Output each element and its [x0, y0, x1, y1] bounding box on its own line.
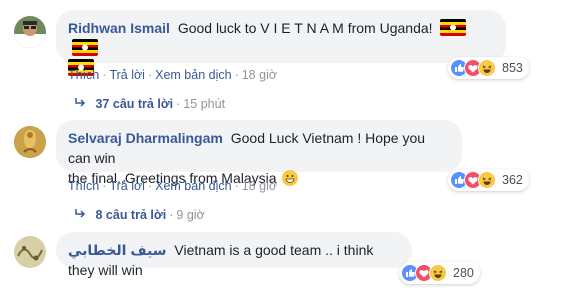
replies-time: 9 giờ [176, 208, 205, 222]
reaction-count: 280 [453, 266, 474, 280]
uganda-flag-icon [72, 39, 98, 56]
haha-reaction-icon [478, 59, 496, 77]
comment-actions: Thích · Trả lời · Xem bản dịch · 18 giờ [68, 68, 278, 82]
uganda-flag-icon [440, 19, 467, 36]
avatar[interactable] [14, 16, 46, 48]
reaction-count: 362 [502, 173, 523, 187]
translate-link[interactable]: Xem bản dịch [155, 179, 231, 193]
like-link[interactable]: Thích [68, 179, 99, 193]
replies-toggle[interactable]: 37 câu trả lời · 15 phút [74, 96, 225, 112]
translate-link[interactable]: Xem bản dịch [155, 68, 231, 82]
like-link[interactable]: Thích [68, 68, 99, 82]
replies-count[interactable]: 37 câu trả lời [95, 97, 173, 111]
comment-time[interactable]: 18 giờ [242, 68, 277, 82]
comment-author[interactable]: سيف الخطابي [68, 242, 167, 258]
comment-actions: Thích · Trả lời · Xem bản dịch · 18 giờ [68, 179, 278, 193]
comment-bubble: سيف الخطابي Vietnam is a good team .. i … [56, 232, 412, 278]
reaction-summary[interactable]: 362 [448, 169, 529, 191]
comment-bubble: Ridhwan Ismail Good luck to V I E T N A … [56, 10, 506, 76]
comment-bubble: Selvaraj Dharmalingam Good Luck Vietnam … [56, 120, 462, 186]
reply-arrow-icon [74, 97, 86, 109]
reaction-summary[interactable]: 280 [399, 262, 480, 284]
comment-author[interactable]: Ridhwan Ismail [68, 20, 170, 36]
haha-reaction-icon [478, 171, 496, 189]
avatar[interactable] [14, 236, 46, 268]
reply-link[interactable]: Trả lời [109, 68, 145, 82]
replies-time: 15 phút [183, 97, 226, 111]
reply-arrow-icon [74, 208, 86, 220]
comment-text: Good luck to V I E T N A M from Uganda! [177, 20, 433, 36]
haha-reaction-icon [429, 264, 447, 282]
grinning-emoji-icon [282, 170, 299, 186]
reaction-count: 853 [502, 61, 523, 75]
reply-link[interactable]: Trả lời [109, 179, 145, 193]
replies-count[interactable]: 8 câu trả lời [95, 208, 166, 222]
comment-author[interactable]: Selvaraj Dharmalingam [68, 130, 223, 146]
avatar[interactable] [14, 126, 46, 158]
replies-toggle[interactable]: 8 câu trả lời · 9 giờ [74, 207, 205, 223]
reaction-summary[interactable]: 853 [448, 57, 529, 79]
comment-time[interactable]: 18 giờ [242, 179, 277, 193]
